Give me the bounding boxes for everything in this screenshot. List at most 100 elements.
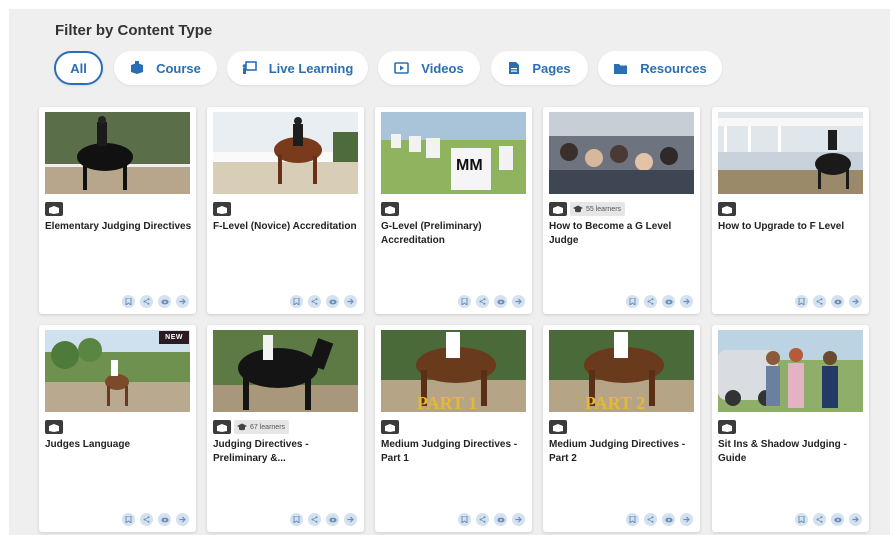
filter-resources-label: Resources [640,60,707,76]
svg-text:MM: MM [456,157,483,174]
card-thumbnail [213,112,358,194]
content-card[interactable]: 67 learners Judging Directives - Prelimi… [207,325,364,532]
preview-eye-icon[interactable] [494,513,507,526]
open-arrow-icon[interactable] [344,513,357,526]
course-type-icon [718,420,736,434]
filter-live-learning-button[interactable]: Live Learning [227,51,368,85]
bookmark-icon[interactable] [795,513,808,526]
content-card[interactable]: PART 2 Medium Judging Directives - Part … [543,325,700,532]
preview-eye-icon[interactable] [326,513,339,526]
card-actions [290,513,357,526]
content-card[interactable]: 55 learners How to Become a G Level Judg… [543,107,700,314]
preview-eye-icon[interactable] [158,295,171,308]
open-arrow-icon[interactable] [849,295,862,308]
filter-all-button[interactable]: All [54,51,103,85]
content-card[interactable]: Sit Ins & Shadow Judging - Guide [712,325,869,532]
open-arrow-icon[interactable] [344,295,357,308]
open-arrow-icon[interactable] [512,513,525,526]
bookmark-icon[interactable] [122,295,135,308]
course-type-icon [381,202,399,216]
preview-eye-icon[interactable] [831,513,844,526]
filter-live-learning-label: Live Learning [268,60,354,76]
bookmark-icon[interactable] [626,513,639,526]
learners-count-badge: 67 learners [234,420,290,434]
preview-eye-icon[interactable] [326,295,339,308]
learners-count-badge: 55 learners [570,202,626,216]
card-thumbnail [718,330,863,412]
open-arrow-icon[interactable] [849,513,862,526]
share-icon[interactable] [476,295,489,308]
card-title: How to Become a G Level Judge [549,221,672,246]
filter-pages-button[interactable]: Pages [491,51,588,85]
part-overlay: PART 2 [585,393,645,412]
card-thumbnail [213,330,358,412]
content-card[interactable]: F-Level (Novice) Accreditation [207,107,364,314]
share-icon[interactable] [813,295,826,308]
course-type-icon [45,202,63,216]
open-arrow-icon[interactable] [512,295,525,308]
course-type-icon [549,202,567,216]
card-actions [795,295,862,308]
card-thumbnail [549,112,694,194]
share-icon[interactable] [476,513,489,526]
card-title: Medium Judging Directives - Part 2 [549,439,686,464]
filter-course-label: Course [156,60,201,76]
share-icon[interactable] [308,295,321,308]
course-type-icon [45,420,63,434]
bookmark-icon[interactable] [458,513,471,526]
card-actions [626,513,693,526]
preview-eye-icon[interactable] [831,295,844,308]
preview-eye-icon[interactable] [662,295,675,308]
content-card[interactable]: How to Upgrade to F Level [712,107,869,314]
filter-resources-button[interactable]: Resources [598,51,722,85]
open-arrow-icon[interactable] [176,513,189,526]
share-icon[interactable] [644,295,657,308]
card-title: Judges Language [45,439,131,450]
bookmark-icon[interactable] [626,295,639,308]
card-thumbnail [45,112,190,194]
course-type-icon [549,420,567,434]
share-icon[interactable] [813,513,826,526]
card-actions [795,513,862,526]
card-title: Elementary Judging Directives [45,221,192,232]
open-arrow-icon[interactable] [680,513,693,526]
folder-icon [614,63,628,74]
new-badge: NEW [159,331,189,344]
bookmark-icon[interactable] [122,513,135,526]
share-icon[interactable] [308,513,321,526]
presenter-icon [242,61,257,74]
card-actions [458,295,525,308]
share-icon[interactable] [644,513,657,526]
share-icon[interactable] [140,295,153,308]
open-arrow-icon[interactable] [680,295,693,308]
card-title: F-Level (Novice) Accreditation [213,221,357,232]
filter-videos-label: Videos [421,60,464,76]
preview-eye-icon[interactable] [662,513,675,526]
filter-all-label: All [70,60,87,76]
preview-eye-icon[interactable] [158,513,171,526]
bookmark-icon[interactable] [290,295,303,308]
filter-videos-button[interactable]: Videos [378,51,480,85]
bookmark-icon[interactable] [458,295,471,308]
content-card[interactable]: Elementary Judging Directives [39,107,196,314]
content-card[interactable]: PART 1 Medium Judging Directives - Part … [375,325,532,532]
bookmark-icon[interactable] [290,513,303,526]
preview-eye-icon[interactable] [494,295,507,308]
card-title: G-Level (Preliminary) Accreditation [381,221,482,246]
open-arrow-icon[interactable] [176,295,189,308]
card-thumbnail: PART 2 [549,330,694,412]
filter-heading: Filter by Content Type [55,22,213,39]
learners-count: 55 learners [586,205,622,213]
card-title: How to Upgrade to F Level [718,221,845,232]
content-card[interactable]: MM G-Level (Preliminary) Accreditation [375,107,532,314]
filter-course-button[interactable]: Course [114,51,217,85]
bookmark-icon[interactable] [795,295,808,308]
card-thumbnail: MM [381,112,526,194]
part-overlay: PART 1 [417,393,477,412]
card-actions [290,295,357,308]
content-card[interactable]: NEW Judges Language [39,325,196,532]
graduation-cap-icon [237,423,247,431]
card-actions [458,513,525,526]
course-type-icon [213,420,231,434]
share-icon[interactable] [140,513,153,526]
